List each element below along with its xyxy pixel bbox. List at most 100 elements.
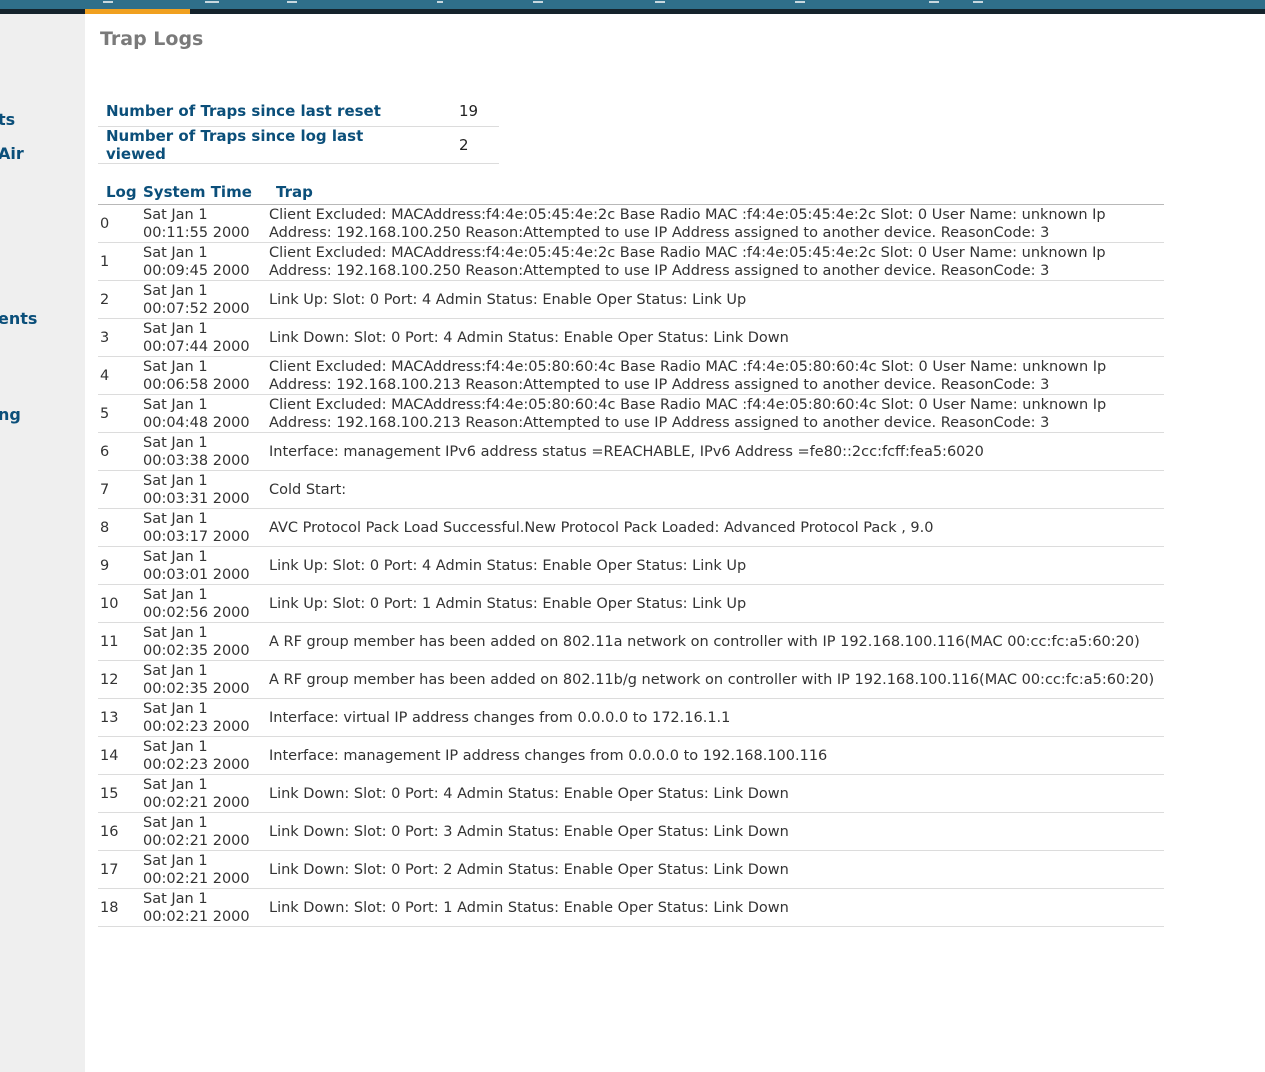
time-cell: Sat Jan 1 00:04:48 2000 [143, 394, 269, 433]
table-row: 17 Sat Jan 1 00:02:21 2000 Link Down: Slot… [98, 850, 1164, 889]
nav-tab-marker[interactable] [929, 1, 939, 3]
time-cell: Sat Jan 1 00:02:23 2000 [143, 698, 269, 737]
time-cell: Sat Jan 1 00:02:21 2000 [143, 812, 269, 851]
table-row: 9 Sat Jan 1 00:03:01 2000 Link Up: Slot: 0… [98, 546, 1164, 585]
summary-label: Number of Traps since last reset [98, 96, 434, 127]
page-title: Trap Logs [100, 28, 204, 50]
column-header-system-time: System Time [143, 180, 269, 205]
column-header-log: Log [98, 180, 143, 205]
time-cell: Sat Jan 1 00:02:21 2000 [143, 888, 269, 927]
log-cell: 16 [98, 812, 143, 851]
trap-cell: A RF group member has been added on 802.… [269, 622, 1164, 661]
time-cell: Sat Jan 1 00:07:44 2000 [143, 318, 269, 357]
top-nav-strip [0, 0, 1265, 9]
trap-cell: Interface: management IP address changes… [269, 736, 1164, 775]
time-cell: Sat Jan 1 00:03:31 2000 [143, 470, 269, 509]
trap-cell: Link Down: Slot: 0 Port: 4 Admin Status:… [269, 318, 1164, 357]
log-cell: 10 [98, 584, 143, 623]
log-cell: 14 [98, 736, 143, 775]
log-cell: 15 [98, 774, 143, 813]
log-cell: 18 [98, 888, 143, 927]
trap-cell: Client Excluded: MACAddress:f4:4e:05:80:… [269, 394, 1164, 433]
trap-cell: Link Up: Slot: 0 Port: 1 Admin Status: E… [269, 584, 1164, 623]
time-cell: Sat Jan 1 00:02:23 2000 [143, 736, 269, 775]
table-row: 3 Sat Jan 1 00:07:44 2000 Link Down: Slot:… [98, 318, 1164, 357]
log-cell: 2 [98, 280, 143, 319]
trap-cell: Client Excluded: MACAddress:f4:4e:05:45:… [269, 242, 1164, 281]
time-cell: Sat Jan 1 00:03:38 2000 [143, 432, 269, 471]
log-cell: 6 [98, 432, 143, 471]
table-header-row: Log System Time Trap [98, 180, 1164, 205]
column-header-trap: Trap [269, 180, 1164, 205]
table-row: 10 Sat Jan 1 00:02:56 2000 Link Up: Slot: … [98, 584, 1164, 623]
nav-tab-marker[interactable] [287, 1, 297, 3]
summary-row: Number of Traps since last reset 19 [98, 96, 499, 127]
trap-cell: A RF group member has been added on 802.… [269, 660, 1164, 699]
time-cell: Sat Jan 1 00:02:21 2000 [143, 850, 269, 889]
time-cell: Sat Jan 1 00:02:35 2000 [143, 660, 269, 699]
log-cell: 8 [98, 508, 143, 547]
table-row: 7 Sat Jan 1 00:03:31 2000 Cold Start: [98, 470, 1164, 509]
trap-cell: Link Up: Slot: 0 Port: 4 Admin Status: E… [269, 546, 1164, 585]
trap-log-table: Log System Time Trap 0 Sat Jan 1 00:11:55… [98, 180, 1164, 927]
log-cell: 7 [98, 470, 143, 509]
time-cell: Sat Jan 1 00:02:21 2000 [143, 774, 269, 813]
table-row: 1 Sat Jan 1 00:09:45 2000 Client Excluded:… [98, 242, 1164, 281]
time-cell: Sat Jan 1 00:03:17 2000 [143, 508, 269, 547]
trap-cell: Interface: virtual IP address changes fr… [269, 698, 1164, 737]
summary-value: 2 [434, 126, 499, 164]
nav-tab-marker[interactable] [533, 1, 543, 3]
table-row: 18 Sat Jan 1 00:02:21 2000 Link Down: Slot… [98, 888, 1164, 927]
sidebar-item[interactable]: Air [0, 144, 24, 163]
nav-tab-marker[interactable] [655, 1, 665, 3]
trap-summary-table: Number of Traps since last reset 19 Numb… [98, 96, 499, 164]
time-cell: Sat Jan 1 00:02:56 2000 [143, 584, 269, 623]
time-cell: Sat Jan 1 00:11:55 2000 [143, 204, 269, 243]
sidebar-item[interactable]: ents [0, 309, 37, 328]
active-tab-indicator [85, 9, 190, 14]
trap-cell: Link Down: Slot: 0 Port: 1 Admin Status:… [269, 888, 1164, 927]
summary-value: 19 [434, 96, 499, 127]
trap-cell: AVC Protocol Pack Load Successful.New Pr… [269, 508, 1164, 547]
time-cell: Sat Jan 1 00:09:45 2000 [143, 242, 269, 281]
table-row: 14 Sat Jan 1 00:02:23 2000 Interface: mana… [98, 736, 1164, 775]
log-cell: 5 [98, 394, 143, 433]
trap-cell: Link Down: Slot: 0 Port: 3 Admin Status:… [269, 812, 1164, 851]
nav-tab-marker[interactable] [103, 1, 113, 3]
time-cell: Sat Jan 1 00:03:01 2000 [143, 546, 269, 585]
trap-cell: Link Down: Slot: 0 Port: 4 Admin Status:… [269, 774, 1164, 813]
table-row: 2 Sat Jan 1 00:07:52 2000 Link Up: Slot: 0… [98, 280, 1164, 319]
sidebar-item[interactable]: ng [0, 405, 21, 424]
nav-tab-marker[interactable] [795, 1, 805, 3]
nav-tab-marker[interactable] [205, 1, 219, 3]
log-cell: 11 [98, 622, 143, 661]
trap-cell: Cold Start: [269, 470, 1164, 509]
trap-cell: Client Excluded: MACAddress:f4:4e:05:45:… [269, 204, 1164, 243]
nav-tab-marker[interactable] [973, 1, 983, 3]
log-cell: 17 [98, 850, 143, 889]
trap-cell: Interface: management IPv6 address statu… [269, 432, 1164, 471]
summary-row: Number of Traps since log last viewed 2 [98, 126, 499, 164]
table-row: 0 Sat Jan 1 00:11:55 2000 Client Excluded:… [98, 204, 1164, 243]
table-row: 13 Sat Jan 1 00:02:23 2000 Interface: virt… [98, 698, 1164, 737]
table-row: 8 Sat Jan 1 00:03:17 2000 AVC Protocol Pac… [98, 508, 1164, 547]
trap-cell: Link Up: Slot: 0 Port: 4 Admin Status: E… [269, 280, 1164, 319]
sidebar: ts Air ents ng [0, 14, 85, 1072]
log-cell: 4 [98, 356, 143, 395]
trap-log-rows: 0 Sat Jan 1 00:11:55 2000 Client Excluded:… [98, 204, 1164, 927]
top-nav-bar [0, 0, 1265, 14]
table-row: 4 Sat Jan 1 00:06:58 2000 Client Excluded:… [98, 356, 1164, 395]
summary-label: Number of Traps since log last viewed [98, 126, 434, 164]
log-cell: 12 [98, 660, 143, 699]
log-cell: 0 [98, 204, 143, 243]
table-row: 11 Sat Jan 1 00:02:35 2000 A RF group memb… [98, 622, 1164, 661]
nav-tab-marker[interactable] [437, 1, 443, 3]
table-row: 12 Sat Jan 1 00:02:35 2000 A RF group memb… [98, 660, 1164, 699]
trap-cell: Client Excluded: MACAddress:f4:4e:05:80:… [269, 356, 1164, 395]
table-row: 6 Sat Jan 1 00:03:38 2000 Interface: manag… [98, 432, 1164, 471]
log-cell: 1 [98, 242, 143, 281]
table-row: 16 Sat Jan 1 00:02:21 2000 Link Down: Slot… [98, 812, 1164, 851]
time-cell: Sat Jan 1 00:02:35 2000 [143, 622, 269, 661]
time-cell: Sat Jan 1 00:07:52 2000 [143, 280, 269, 319]
sidebar-item[interactable]: ts [0, 110, 15, 129]
